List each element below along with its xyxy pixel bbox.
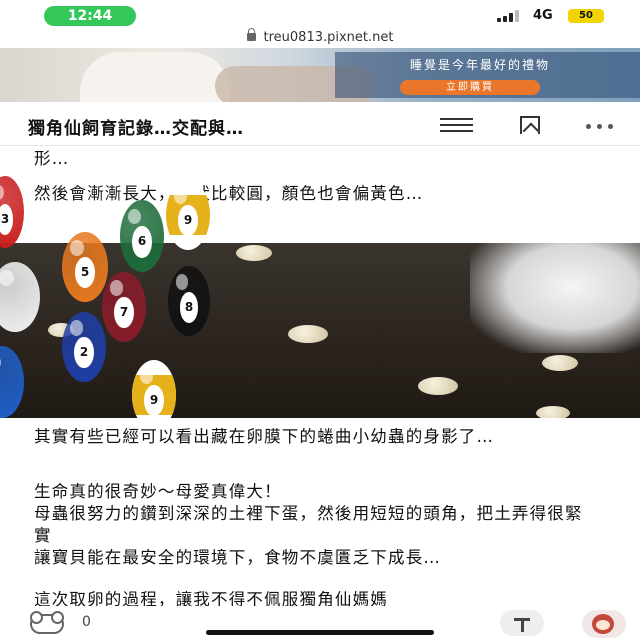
url-text: treu0813.pixnet.net (263, 30, 394, 45)
ad-banner[interactable]: 睡覺是今年最好的禮物 (0, 48, 640, 102)
pool-ball-number: 8 (179, 291, 199, 323)
reaction-count: 0 (82, 614, 91, 630)
pool-ball-number: 6 (132, 226, 152, 258)
pool-ball: 6 (120, 200, 164, 272)
article-paragraph: 生命真的很奇妙～母愛真偉大！ 母蟲很努力的鑽到深深的土裡下蛋，然後用短短的頭角，… (34, 482, 583, 567)
article-paragraph: 其實有些已經可以看出藏在卵膜下的蜷曲小幼蟲的身影了… (34, 427, 495, 446)
battery-level: 50 (579, 10, 593, 21)
egg (536, 406, 570, 418)
pool-ball-number: 9 (144, 385, 164, 417)
ad-image-woman (80, 52, 230, 102)
share-icon[interactable] (500, 610, 544, 636)
page-title[interactable]: 獨角仙飼育記錄…交配與… (28, 114, 244, 139)
home-indicator[interactable] (206, 630, 434, 635)
lock-icon (246, 28, 256, 41)
pool-ball-number: 9 (178, 205, 198, 237)
egg (236, 245, 272, 261)
pool-ball: 5 (62, 232, 108, 302)
battery-icon: 50 (568, 9, 604, 23)
more-icon[interactable] (584, 124, 616, 130)
ad-headline: 睡覺是今年最好的禮物 (409, 58, 550, 72)
egg (542, 355, 578, 371)
reaction-icon[interactable] (30, 611, 64, 634)
pool-ball: 9 (132, 360, 176, 430)
pool-ball: 7 (102, 272, 146, 342)
pool-ball-number: 5 (74, 256, 96, 288)
bottom-toolbar: 0 (0, 606, 640, 640)
address-bar[interactable]: treu0813.pixnet.net (0, 28, 640, 48)
pool-ball: 8 (168, 266, 210, 336)
pool-ball-number: 2 (74, 337, 94, 369)
avatar[interactable] (582, 610, 626, 638)
article-header: 獨角仙飼育記錄…交配與… (0, 102, 640, 146)
pool-ball: 3 (0, 176, 24, 248)
status-time: 12:44 (44, 6, 136, 26)
pool-ball: 2 (62, 312, 106, 382)
status-bar: 12:44 4G 50 (0, 0, 640, 30)
article-paragraph: 形… (34, 149, 70, 168)
egg (288, 325, 328, 343)
menu-icon[interactable] (440, 118, 473, 132)
photo-light-glare (470, 243, 640, 353)
pool-ball-number: 3 (0, 203, 14, 236)
article-paragraph: 然後會漸漸長大，形狀比較圓，顏色也會偏黃色… (34, 184, 424, 203)
bookmark-icon[interactable] (520, 116, 540, 134)
pool-ball-number: 7 (114, 297, 134, 329)
pool-ball: 9 (166, 180, 210, 250)
ad-buy-button[interactable]: 立即購買 (400, 80, 540, 95)
network-type: 4G (533, 8, 553, 23)
egg (418, 377, 458, 395)
